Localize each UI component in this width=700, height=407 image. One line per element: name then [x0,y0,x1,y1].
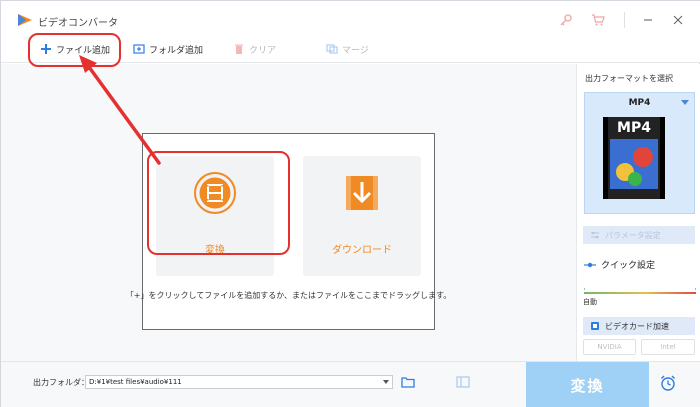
quality-slider[interactable] [584,292,696,294]
quick-settings-icon [584,262,596,267]
window-title: ビデオコンバータ [38,18,118,29]
titlebar-separator [624,12,625,28]
file-list-icon[interactable] [456,376,470,388]
alarm-clock-icon[interactable] [659,374,677,392]
open-folder-icon[interactable] [401,376,415,388]
chevron-down-icon[interactable] [383,380,389,384]
cart-icon[interactable] [591,13,605,27]
merge-label: マージ [342,45,369,56]
gpu-acceleration-label: ビデオカード加速 [605,321,669,331]
output-format-panel: 出力フォーマットを選択 MP4 MP4 パラメータ設定 クイック設定 自動 ビデ… [576,64,700,361]
quick-settings-label: クイック設定 [601,261,656,271]
output-format-title: 出力フォーマットを選択 [585,74,673,83]
title-bar: ビデオコンバータ [1,1,700,35]
output-folder-select[interactable]: D:¥1¥test files¥audio¥111 [85,375,393,389]
app-logo-icon [18,14,32,26]
trash-icon [235,44,243,54]
close-icon[interactable] [671,13,685,27]
merge-icon [326,44,338,54]
format-thumb-text: MP4 [617,120,651,136]
clear-button[interactable]: クリア [233,41,276,57]
download-mode-card[interactable]: ダウンロード [303,156,421,276]
key-icon[interactable] [559,13,573,27]
bottom-bar: 出力フォルダ： D:¥1¥test files¥audio¥111 変換 [1,361,700,407]
output-folder-label: 出力フォルダ： [33,378,89,387]
intel-badge: Intel [641,339,695,355]
minimize-icon[interactable] [641,13,655,27]
quality-slider-label: 自動 [583,298,597,306]
merge-button[interactable]: マージ [326,41,369,57]
format-dropdown-caret-icon[interactable] [681,100,689,105]
download-mode-label: ダウンロード [332,245,392,256]
quality-slider-ticks [584,288,696,290]
parameter-settings-label: パラメータ設定 [605,230,661,240]
clear-label: クリア [249,45,277,56]
format-selector[interactable]: MP4 MP4 [584,92,695,214]
app-window: ビデオコンバータ ファイル追加 フォルダ追加 クリア マージ 変換 ダウンロード… [0,0,700,407]
drop-hint-text: 「+」をクリックしてファイルを追加するか、またはファイルをここまでドラッグします… [125,291,452,300]
format-name: MP4 [628,98,651,108]
chip-icon [591,322,599,330]
nvidia-badge: NVIDIA [583,339,636,355]
nvidia-label: NVIDIA [597,343,622,351]
parameter-settings-button[interactable]: パラメータ設定 [583,226,695,244]
convert-button[interactable]: 変換 [526,362,649,407]
output-folder-path: D:¥1¥test files¥audio¥111 [89,378,182,386]
gpu-acceleration-button[interactable]: ビデオカード加速 [583,317,695,335]
annotation-arrow-icon [79,55,161,165]
quick-settings[interactable]: クイック設定 [584,258,655,271]
sliders-icon [591,231,599,239]
download-icon [346,176,378,210]
intel-label: Intel [660,343,676,351]
